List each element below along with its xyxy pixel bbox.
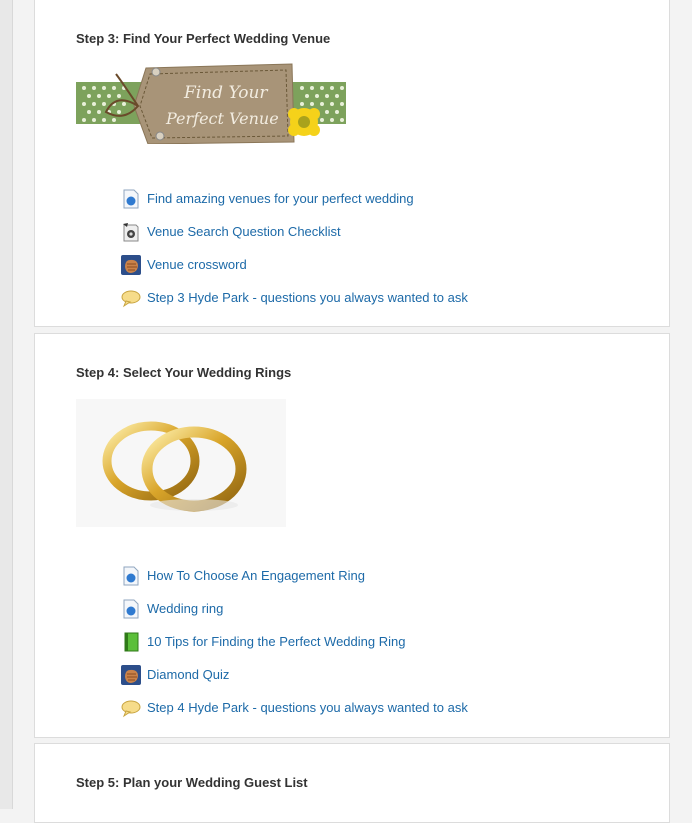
section-step-3: Step 3: Find Your Perfect Wedding Venue … [34, 0, 670, 327]
activity-link[interactable]: 10 Tips for Finding the Perfect Wedding … [147, 634, 405, 649]
activity-link[interactable]: Step 4 Hyde Park - questions you always … [147, 700, 468, 715]
activity-link[interactable]: Venue crossword [147, 257, 247, 272]
activity-link[interactable]: Wedding ring [147, 601, 223, 616]
section-step-5: Step 5: Plan your Wedding Guest List [34, 743, 670, 823]
list-item[interactable]: Diamond Quiz [121, 658, 468, 691]
page-icon [123, 189, 139, 208]
list-item[interactable]: Venue Search Question Checklist [121, 215, 468, 248]
activity-list: How To Choose An Engagement Ring Wedding… [121, 559, 468, 724]
speech-bubble-icon [121, 290, 141, 307]
find-your-venue-banner: Find Your Perfect Venue [76, 63, 346, 144]
list-item[interactable]: Find amazing venues for your perfect wed… [121, 182, 468, 215]
page-icon [123, 566, 139, 585]
section-title: Step 4: Select Your Wedding Rings [76, 365, 292, 380]
section-title: Step 3: Find Your Perfect Wedding Venue [76, 31, 331, 46]
banner-text-line-2: Perfect Venue [165, 109, 279, 128]
speech-bubble-icon [121, 700, 141, 717]
yellow-flower-icon [288, 108, 320, 136]
list-item[interactable]: 10 Tips for Finding the Perfect Wedding … [121, 625, 468, 658]
page-icon [123, 599, 139, 618]
list-item[interactable]: Step 3 Hyde Park - questions you always … [121, 281, 468, 314]
book-icon [124, 632, 139, 651]
list-item[interactable]: Step 4 Hyde Park - questions you always … [121, 691, 468, 724]
list-item[interactable]: Venue crossword [121, 248, 468, 281]
activity-link[interactable]: How To Choose An Engagement Ring [147, 568, 365, 583]
section-step-4: Step 4: Select Your Wedding Rings How To… [34, 333, 670, 738]
left-rail [0, 0, 13, 809]
checklist-icon [123, 222, 139, 241]
activity-list: Find amazing venues for your perfect wed… [121, 182, 468, 314]
activity-link[interactable]: Find amazing venues for your perfect wed… [147, 191, 414, 206]
wedding-rings-image [76, 399, 286, 527]
activity-link[interactable]: Diamond Quiz [147, 667, 229, 682]
list-item[interactable]: Wedding ring [121, 592, 468, 625]
list-item[interactable]: How To Choose An Engagement Ring [121, 559, 468, 592]
hand-icon [121, 254, 141, 275]
activity-link[interactable]: Venue Search Question Checklist [147, 224, 341, 239]
section-title: Step 5: Plan your Wedding Guest List [76, 775, 308, 790]
banner-text-line-1: Find Your [183, 83, 268, 103]
hand-icon [121, 664, 141, 685]
activity-link[interactable]: Step 3 Hyde Park - questions you always … [147, 290, 468, 305]
